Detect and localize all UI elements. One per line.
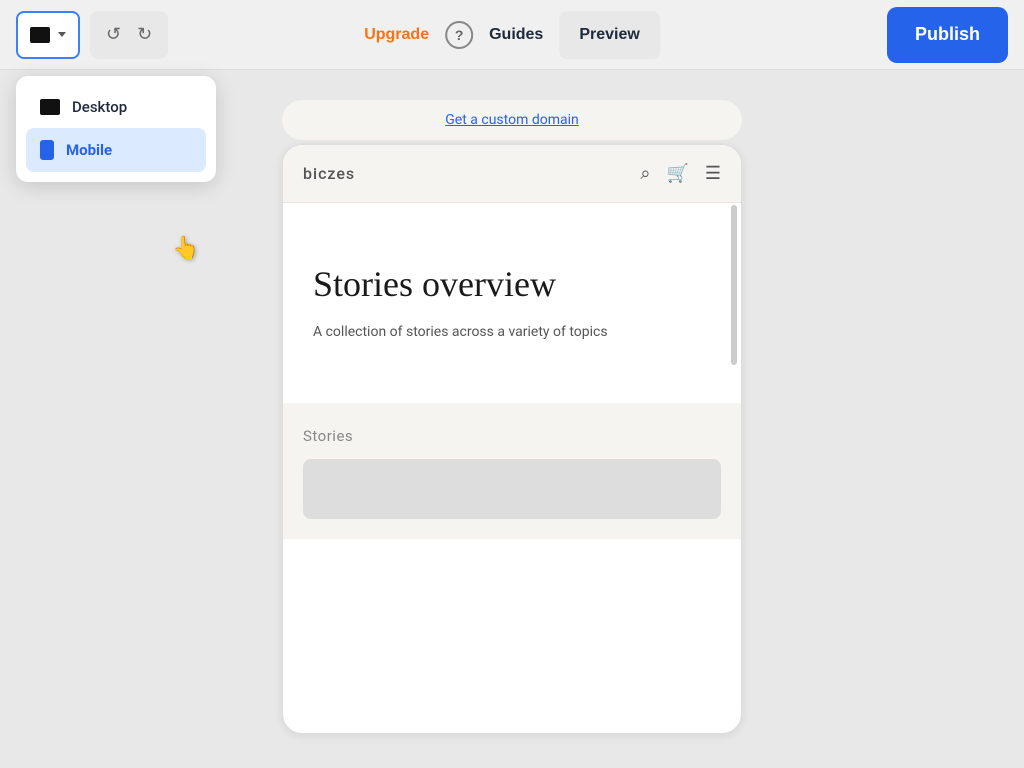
undo-redo-group: ↺ ↻: [90, 11, 168, 59]
device-dropdown-menu: Desktop Mobile: [16, 76, 216, 182]
stories-card-placeholder: [303, 459, 721, 519]
search-icon: ⌕: [640, 163, 650, 184]
guides-button[interactable]: Guides: [489, 26, 543, 44]
site-logo: biczes: [303, 164, 355, 183]
desktop-label: Desktop: [72, 98, 127, 116]
menu-icon: ☰: [705, 163, 721, 184]
site-nav-icons: ⌕ 🛒 ☰: [640, 163, 721, 184]
site-navbar: biczes ⌕ 🛒 ☰: [283, 145, 741, 203]
toolbar-center: Upgrade ? Guides Preview: [364, 11, 660, 59]
toolbar: ↺ ↻ Upgrade ? Guides Preview Publish: [0, 0, 1024, 70]
stories-subtitle: A collection of stories across a variety…: [313, 322, 711, 343]
phone-scrollbar[interactable]: [731, 205, 737, 365]
device-selector-button[interactable]: [16, 11, 80, 59]
phone-frame: biczes ⌕ 🛒 ☰ Stories overview A collecti…: [282, 144, 742, 734]
phone-content: Stories overview A collection of stories…: [283, 203, 741, 373]
stories-section: Stories: [283, 403, 741, 539]
upgrade-button[interactable]: Upgrade: [364, 26, 429, 44]
redo-button[interactable]: ↻: [131, 20, 158, 49]
mobile-icon: [40, 140, 54, 160]
mobile-option[interactable]: Mobile: [26, 128, 206, 172]
desktop-option[interactable]: Desktop: [26, 86, 206, 128]
publish-button[interactable]: Publish: [887, 7, 1008, 63]
monitor-icon: [30, 27, 50, 43]
cart-icon: 🛒: [666, 163, 688, 184]
chevron-down-icon: [58, 32, 66, 37]
help-button[interactable]: ?: [445, 21, 473, 49]
custom-domain-link[interactable]: Get a custom domain: [312, 112, 712, 128]
undo-button[interactable]: ↺: [100, 20, 127, 49]
mobile-label: Mobile: [66, 141, 112, 159]
preview-button[interactable]: Preview: [559, 11, 659, 59]
stories-title: Stories overview: [313, 263, 711, 306]
custom-domain-bar: Get a custom domain: [282, 100, 742, 140]
desktop-icon: [40, 99, 60, 115]
phone-preview-wrapper: Get a custom domain biczes ⌕ 🛒 ☰ Stories…: [282, 100, 742, 734]
stories-section-title: Stories: [303, 427, 721, 445]
